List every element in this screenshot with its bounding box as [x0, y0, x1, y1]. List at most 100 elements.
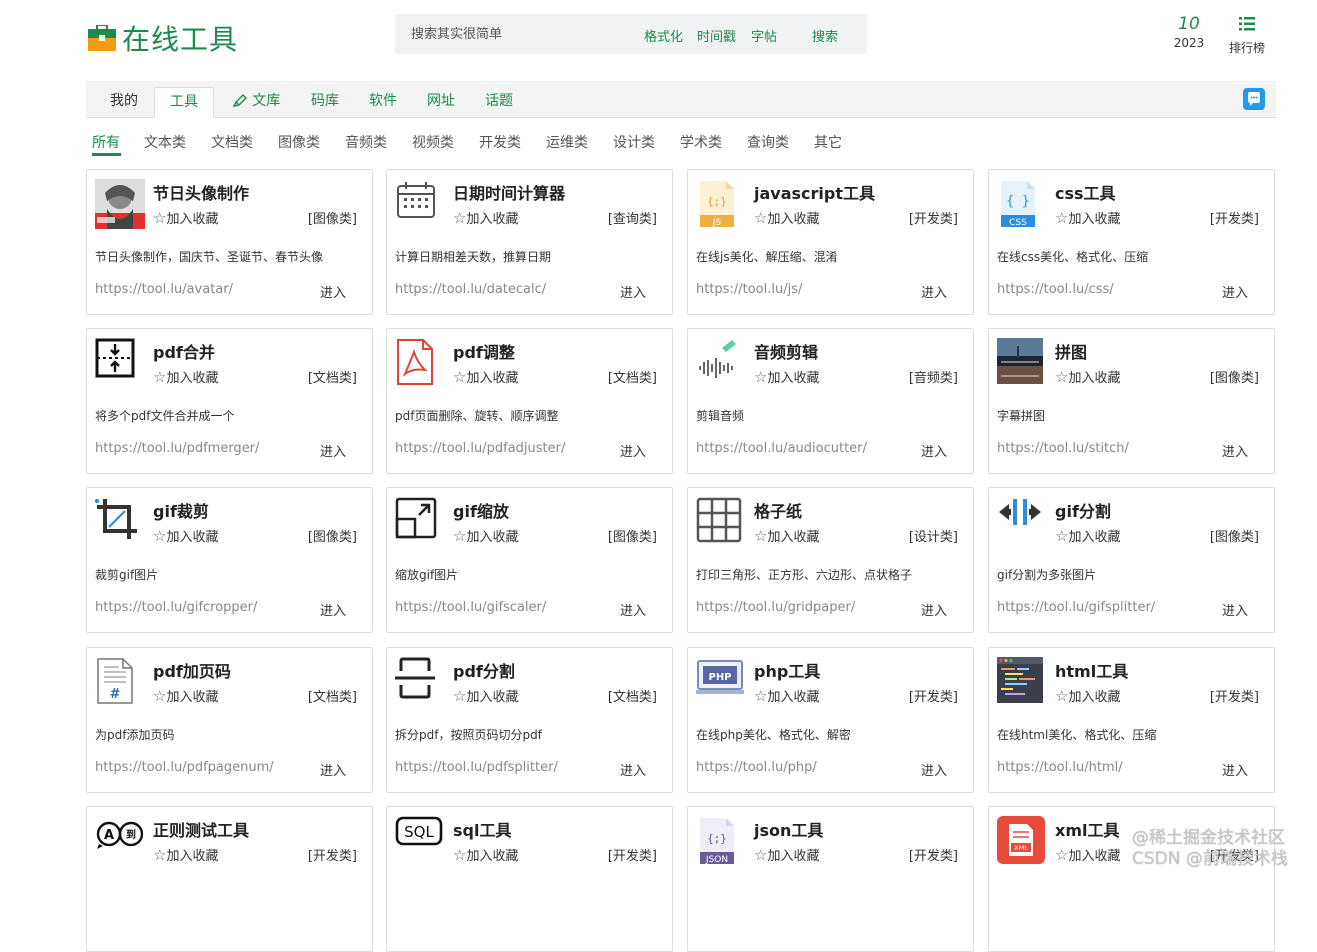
favorite-button[interactable]: ☆加入收藏: [153, 686, 218, 705]
date-year: 2023: [1173, 36, 1205, 50]
category-video[interactable]: 视频类: [412, 132, 454, 152]
tool-card[interactable]: {;} JSON json工具 ☆加入收藏 [开发类]: [687, 806, 974, 952]
favorite-button[interactable]: ☆加入收藏: [1055, 208, 1120, 227]
tool-card[interactable]: html工具 ☆加入收藏 [开发类] 在线html美化、格式化、压缩 https://t…: [988, 647, 1275, 793]
tool-card[interactable]: pdf调整 ☆加入收藏 [文档类] pdf页面删除、旋转、顺序调整 https://to…: [386, 328, 673, 474]
tool-card[interactable]: PHP php工具 ☆加入收藏 [开发类] 在线php美化、格式化、解密 https://…: [687, 647, 974, 793]
category-query[interactable]: 查询类: [747, 132, 789, 152]
tab-topics[interactable]: 话题: [476, 87, 522, 118]
site-logo[interactable]: 在线工具: [88, 18, 238, 58]
tab-urls[interactable]: 网址: [418, 87, 464, 118]
tool-url[interactable]: https://tool.lu/pdfmerger/: [95, 441, 259, 456]
tab-tools[interactable]: 工具: [154, 87, 214, 118]
favorite-button[interactable]: ☆加入收藏: [453, 367, 518, 386]
tool-url[interactable]: https://tool.lu/js/: [696, 282, 802, 297]
enter-link[interactable]: 进入: [1222, 282, 1248, 301]
tool-card[interactable]: gif分割 ☆加入收藏 [图像类] gif分割为多张图片 https://tool.lu…: [988, 487, 1275, 633]
chat-button[interactable]: [1243, 88, 1265, 110]
tool-url[interactable]: https://tool.lu/gridpaper/: [696, 600, 855, 615]
category-ops[interactable]: 运维类: [546, 132, 588, 152]
tool-card[interactable]: {;} JS javascript工具 ☆加入收藏 [开发类] 在线js美化、解压缩、混淆…: [687, 169, 974, 315]
favorite-button[interactable]: ☆加入收藏: [754, 686, 819, 705]
favorite-button[interactable]: ☆加入收藏: [754, 367, 819, 386]
favorite-button[interactable]: ☆加入收藏: [754, 526, 819, 545]
enter-link[interactable]: 进入: [320, 282, 346, 301]
enter-link[interactable]: 进入: [1222, 760, 1248, 779]
tool-card[interactable]: 日期时间计算器 ☆加入收藏 [查询类] 计算日期相差天数，推算日期 https://to…: [386, 169, 673, 315]
tab-mine[interactable]: 我的: [100, 87, 148, 118]
json-file-icon: {;} JSON: [696, 816, 746, 866]
favorite-button[interactable]: ☆加入收藏: [1055, 845, 1120, 864]
category-audio[interactable]: 音频类: [345, 132, 387, 152]
tool-card[interactable]: SQL sql工具 ☆加入收藏 [开发类]: [386, 806, 673, 952]
enter-link[interactable]: 进入: [620, 441, 646, 460]
enter-link[interactable]: 进入: [921, 282, 947, 301]
tab-software[interactable]: 软件: [360, 87, 406, 118]
enter-link[interactable]: 进入: [921, 760, 947, 779]
favorite-button[interactable]: ☆加入收藏: [754, 845, 819, 864]
tool-url[interactable]: https://tool.lu/css/: [997, 282, 1114, 297]
favorite-button[interactable]: ☆加入收藏: [453, 208, 518, 227]
favorite-button[interactable]: ☆加入收藏: [153, 367, 218, 386]
category-dev[interactable]: 开发类: [479, 132, 521, 152]
ranking-button[interactable]: 排行榜: [1225, 16, 1269, 56]
tab-library[interactable]: 文库: [226, 87, 286, 118]
category-text[interactable]: 文本类: [144, 132, 186, 152]
tool-url[interactable]: https://tool.lu/avatar/: [95, 282, 233, 297]
favorite-button[interactable]: ☆加入收藏: [1055, 686, 1120, 705]
favorite-button[interactable]: ☆加入收藏: [153, 845, 218, 864]
tool-card[interactable]: gif裁剪 ☆加入收藏 [图像类] 裁剪gif图片 https://tool.lu/gi…: [86, 487, 373, 633]
category-all[interactable]: 所有: [92, 132, 120, 152]
tool-card[interactable]: 格子纸 ☆加入收藏 [设计类] 打印三角形、正方形、六边形、点状格子 https://t…: [687, 487, 974, 633]
enter-link[interactable]: 进入: [620, 760, 646, 779]
quick-link-format[interactable]: 格式化: [644, 26, 683, 45]
quick-link-copybook[interactable]: 字帖: [751, 26, 777, 45]
category-design[interactable]: 设计类: [613, 132, 655, 152]
tool-url[interactable]: https://tool.lu/pdfadjuster/: [395, 441, 565, 456]
tool-card[interactable]: pdf合并 ☆加入收藏 [文档类] 将多个pdf文件合并成一个 https://tool…: [86, 328, 373, 474]
enter-link[interactable]: 进入: [320, 760, 346, 779]
tool-card[interactable]: gif缩放 ☆加入收藏 [图像类] 缩放gif图片 https://tool.lu/gi…: [386, 487, 673, 633]
category-image[interactable]: 图像类: [278, 132, 320, 152]
tool-url[interactable]: https://tool.lu/stitch/: [997, 441, 1129, 456]
enter-link[interactable]: 进入: [620, 600, 646, 619]
tool-url[interactable]: https://tool.lu/php/: [696, 760, 817, 775]
tool-url[interactable]: https://tool.lu/pdfsplitter/: [395, 760, 558, 775]
category-academic[interactable]: 学术类: [680, 132, 722, 152]
tool-card[interactable]: # pdf加页码 ☆加入收藏 [文档类] 为pdf添加页码 https://tool.lu…: [86, 647, 373, 793]
enter-link[interactable]: 进入: [320, 600, 346, 619]
tool-card[interactable]: 节日头像制作 ☆加入收藏 [图像类] 节日头像制作，国庆节、圣诞节、春节头像 https…: [86, 169, 373, 315]
favorite-button[interactable]: ☆加入收藏: [453, 526, 518, 545]
category-other[interactable]: 其它: [814, 132, 842, 152]
favorite-button[interactable]: ☆加入收藏: [1055, 526, 1120, 545]
tool-url[interactable]: https://tool.lu/html/: [997, 760, 1123, 775]
favorite-button[interactable]: ☆加入收藏: [754, 208, 819, 227]
enter-link[interactable]: 进入: [921, 600, 947, 619]
tool-url[interactable]: https://tool.lu/datecalc/: [395, 282, 546, 297]
tool-url[interactable]: https://tool.lu/audiocutter/: [696, 441, 867, 456]
tool-card[interactable]: 拼图 ☆加入收藏 [图像类] 字幕拼图 https://tool.lu/stitch/进…: [988, 328, 1275, 474]
tool-url[interactable]: https://tool.lu/gifsplitter/: [997, 600, 1155, 615]
search-button[interactable]: 搜索: [812, 26, 838, 45]
tool-card[interactable]: A 到正则测试工具 ☆加入收藏 [开发类]: [86, 806, 373, 952]
favorite-button[interactable]: ☆加入收藏: [153, 208, 218, 227]
search-input[interactable]: [411, 26, 611, 41]
tab-code[interactable]: 码库: [302, 87, 348, 118]
favorite-button[interactable]: ☆加入收藏: [153, 526, 218, 545]
enter-link[interactable]: 进入: [921, 441, 947, 460]
category-document[interactable]: 文档类: [211, 132, 253, 152]
enter-link[interactable]: 进入: [320, 441, 346, 460]
favorite-button[interactable]: ☆加入收藏: [1055, 367, 1120, 386]
enter-link[interactable]: 进入: [1222, 441, 1248, 460]
tool-card[interactable]: 音频剪辑 ☆加入收藏 [音频类] 剪辑音频 https://tool.lu/audioc…: [687, 328, 974, 474]
tool-url[interactable]: https://tool.lu/gifscaler/: [395, 600, 546, 615]
tool-url[interactable]: https://tool.lu/gifcropper/: [95, 600, 257, 615]
favorite-button[interactable]: ☆加入收藏: [453, 686, 518, 705]
enter-link[interactable]: 进入: [1222, 600, 1248, 619]
enter-link[interactable]: 进入: [620, 282, 646, 301]
tool-card[interactable]: pdf分割 ☆加入收藏 [文档类] 拆分pdf，按照页码切分pdf https://to…: [386, 647, 673, 793]
tool-url[interactable]: https://tool.lu/pdfpagenum/: [95, 760, 274, 775]
favorite-button[interactable]: ☆加入收藏: [453, 845, 518, 864]
tool-card[interactable]: { } CSS css工具 ☆加入收藏 [开发类] 在线css美化、格式化、压缩 https…: [988, 169, 1275, 315]
quick-link-timestamp[interactable]: 时间戳: [697, 26, 736, 45]
